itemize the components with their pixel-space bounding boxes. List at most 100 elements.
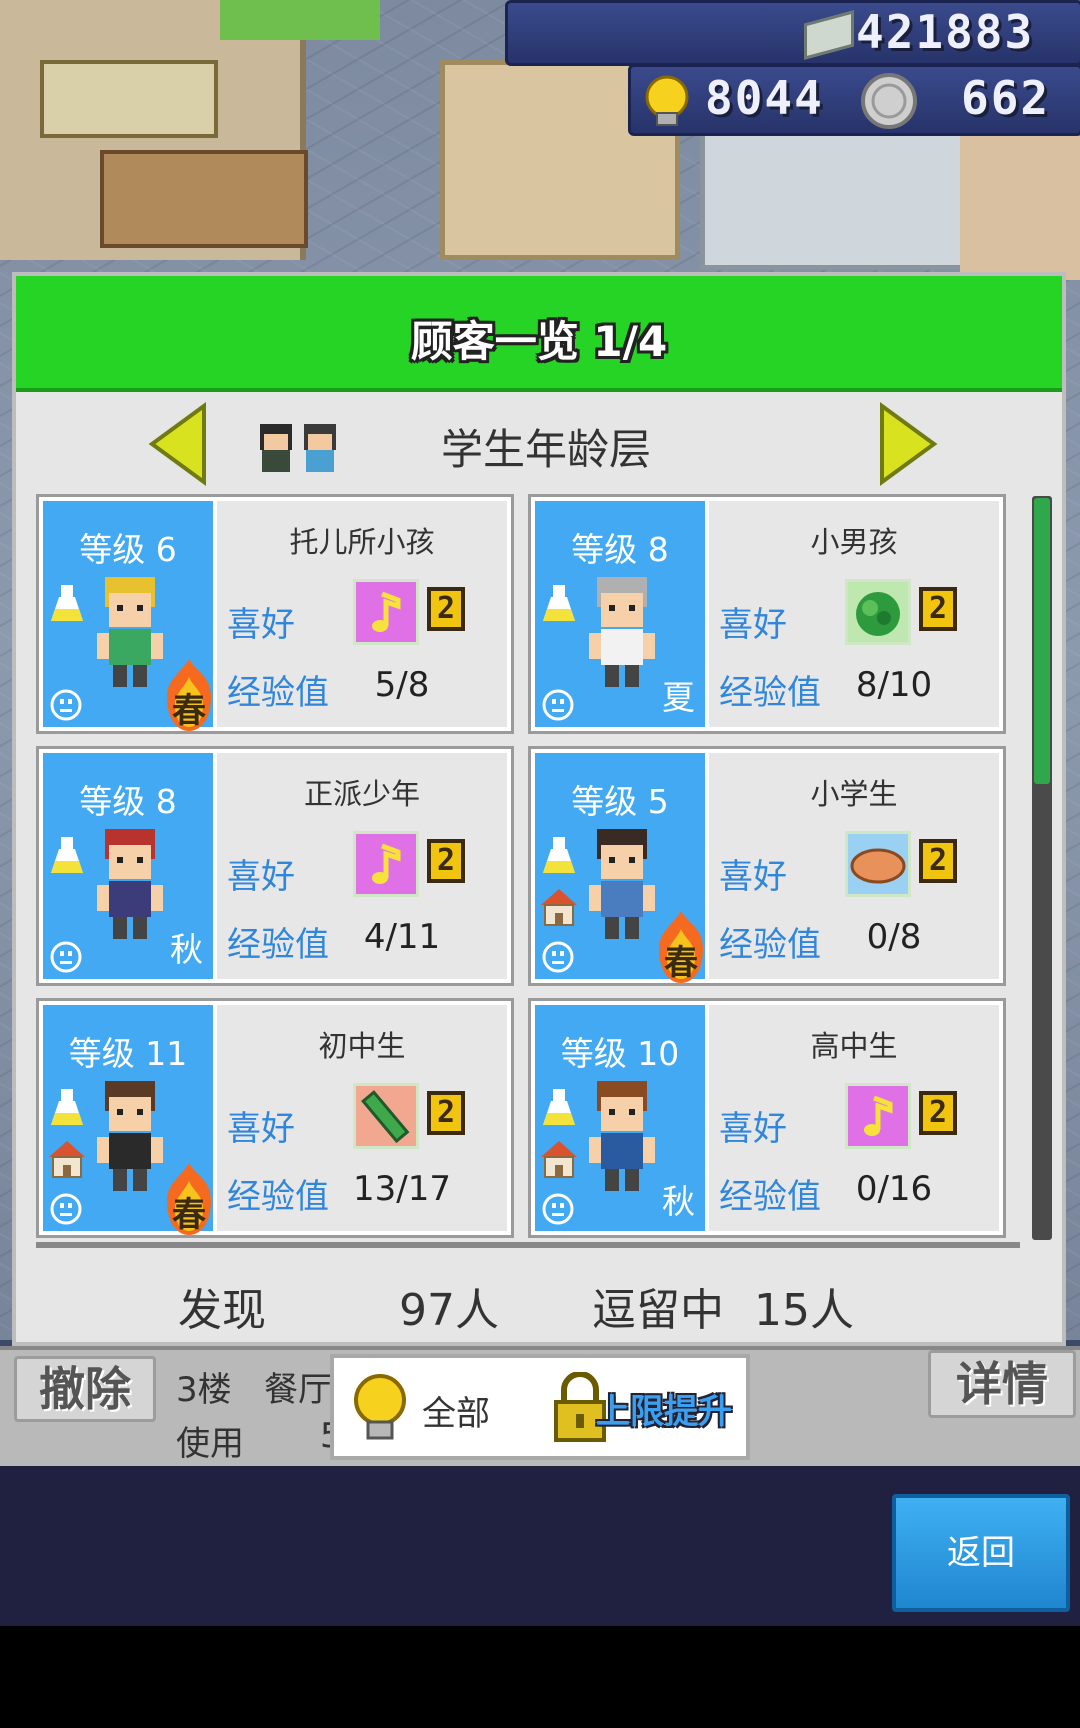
customer-level: 等级 6: [79, 530, 177, 569]
experience-value: 5/8: [374, 665, 430, 705]
remove-button[interactable]: 撤除: [14, 1356, 156, 1422]
experience-label: 经验值: [719, 925, 821, 965]
lightbulb-icon: [350, 1372, 410, 1444]
building-block: [960, 120, 1080, 280]
filter-box[interactable]: 全部 上限提升: [330, 1354, 750, 1460]
experience-value: 13/17: [353, 1169, 451, 1209]
preference-label: 喜好: [719, 605, 787, 645]
found-value: 97人: [399, 1285, 499, 1336]
customer-info-area: 小学生 喜好 2 经验值 0/8: [709, 753, 999, 979]
experience-value: 0/16: [855, 1169, 933, 1209]
customer-name: 托儿所小孩: [289, 525, 435, 559]
smiley-face-icon: [541, 687, 575, 727]
customer-card[interactable]: 等级 11 春 初中生 喜好 2 经验值 13/17: [36, 998, 514, 1238]
customer-card[interactable]: 等级 5 春 小学生 喜好 2 经验值 0/8: [528, 746, 1006, 986]
lightbulb-icon: [639, 73, 695, 129]
next-category-button[interactable]: [878, 402, 938, 486]
prev-category-button[interactable]: [148, 402, 208, 486]
arrow-left-icon: [148, 402, 206, 486]
stall-roof: [100, 150, 308, 248]
customer-portrait-area: 等级 11 春: [43, 1005, 213, 1235]
customer-name: 高中生: [810, 1029, 898, 1063]
use-text: 使用: [176, 1424, 244, 1464]
smiley-face-icon: [541, 1191, 575, 1231]
flask-icon: [49, 583, 85, 627]
floor-text: 3楼: [176, 1370, 232, 1410]
flask-icon: [49, 1087, 85, 1131]
money-bar: 421883: [505, 0, 1080, 66]
panel-title: 顾客一览 1/4: [410, 317, 668, 366]
preference-level-badge: 2: [919, 1091, 957, 1135]
flask-icon: [541, 1087, 577, 1131]
smiley-face-icon: [49, 939, 83, 979]
customer-info-area: 初中生 喜好 2 经验值 13/17: [217, 1005, 507, 1231]
customer-card[interactable]: 等级 6 春 托儿所小孩 喜好 2 经验值 5/8: [36, 494, 514, 734]
details-button[interactable]: 详情: [928, 1350, 1076, 1418]
staying-value: 15人: [754, 1285, 854, 1336]
silver-coin-icon: [859, 71, 919, 131]
preference-label: 喜好: [719, 857, 787, 897]
experience-value: 0/8: [866, 917, 922, 957]
customer-info-area: 高中生 喜好 2 经验值 0/16: [709, 1005, 999, 1231]
customer-level: 等级 8: [79, 782, 177, 821]
customer-portrait-area: 等级 6 春: [43, 501, 213, 731]
flask-icon: [541, 583, 577, 627]
customer-card[interactable]: 等级 10 秋 高中生 喜好 2 经验值 0/16: [528, 998, 1006, 1238]
flask-icon: [49, 835, 85, 879]
arrow-right-icon: [880, 402, 938, 486]
medals-value: 662: [961, 71, 1051, 125]
music-note-icon: [353, 831, 419, 897]
building-block: [700, 130, 970, 270]
preference-label: 喜好: [227, 1109, 295, 1149]
customer-name: 小学生: [810, 777, 898, 811]
music-note-icon: [845, 1083, 911, 1149]
customer-level: 等级 5: [571, 782, 669, 821]
spring-fire-badge: 春: [653, 909, 709, 985]
resources-bar: 8044 662: [628, 64, 1080, 136]
limit-up-label[interactable]: 上限提升: [596, 1384, 732, 1433]
smiley-face-icon: [541, 939, 575, 979]
category-icon: [256, 420, 344, 476]
scrollbar-thumb[interactable]: [1034, 498, 1050, 784]
music-note-icon: [353, 579, 419, 645]
customer-info-area: 托儿所小孩 喜好 2 经验值 5/8: [217, 501, 507, 727]
shop-awning: [220, 0, 380, 40]
flask-icon: [541, 835, 577, 879]
customer-portrait-area: 等级 8 夏: [535, 501, 705, 727]
customer-level: 等级 8: [571, 530, 669, 569]
house-icon: [539, 1139, 579, 1183]
house-icon: [47, 1139, 87, 1183]
preference-level-badge: 2: [919, 587, 957, 631]
customer-name: 小男孩: [810, 525, 898, 559]
preference-level-badge: 2: [427, 587, 465, 631]
filter-label: 全部: [422, 1394, 490, 1434]
preference-label: 喜好: [227, 605, 295, 645]
list-scrollbar[interactable]: [1032, 496, 1052, 1240]
found-label: 发现: [178, 1285, 266, 1336]
back-button[interactable]: 返回: [892, 1494, 1070, 1612]
customer-card[interactable]: 等级 8 秋 正派少年 喜好 2 经验值 4/11: [36, 746, 514, 986]
shop-sign: [40, 60, 218, 138]
list-bottom-edge: [36, 1242, 1020, 1248]
experience-label: 经验值: [719, 673, 821, 713]
experience-label: 经验值: [227, 1177, 329, 1217]
customer-info-area: 小男孩 喜好 2 经验值 8/10: [709, 501, 999, 727]
customer-portrait-area: 等级 10 秋: [535, 1005, 705, 1231]
spring-badge-text: 春: [172, 1195, 206, 1235]
experience-label: 经验值: [227, 673, 329, 713]
bread-icon: [845, 831, 911, 897]
cash-icon: [804, 10, 854, 60]
preference-label: 喜好: [719, 1109, 787, 1149]
vegetable-icon: [845, 579, 911, 645]
spring-badge-text: 春: [664, 943, 698, 983]
facility-text: 餐厅: [264, 1370, 332, 1410]
experience-label: 经验值: [719, 1177, 821, 1217]
preference-level-badge: 2: [919, 839, 957, 883]
customer-character-sprite: [579, 575, 665, 691]
preference-level-badge: 2: [427, 839, 465, 883]
customer-card[interactable]: 等级 8 夏 小男孩 喜好 2 经验值 8/10: [528, 494, 1006, 734]
staying-label: 逗留中: [592, 1285, 724, 1336]
customer-portrait-area: 等级 5 春: [535, 753, 705, 983]
preference-level-badge: 2: [427, 1091, 465, 1135]
house-icon: [539, 887, 579, 931]
